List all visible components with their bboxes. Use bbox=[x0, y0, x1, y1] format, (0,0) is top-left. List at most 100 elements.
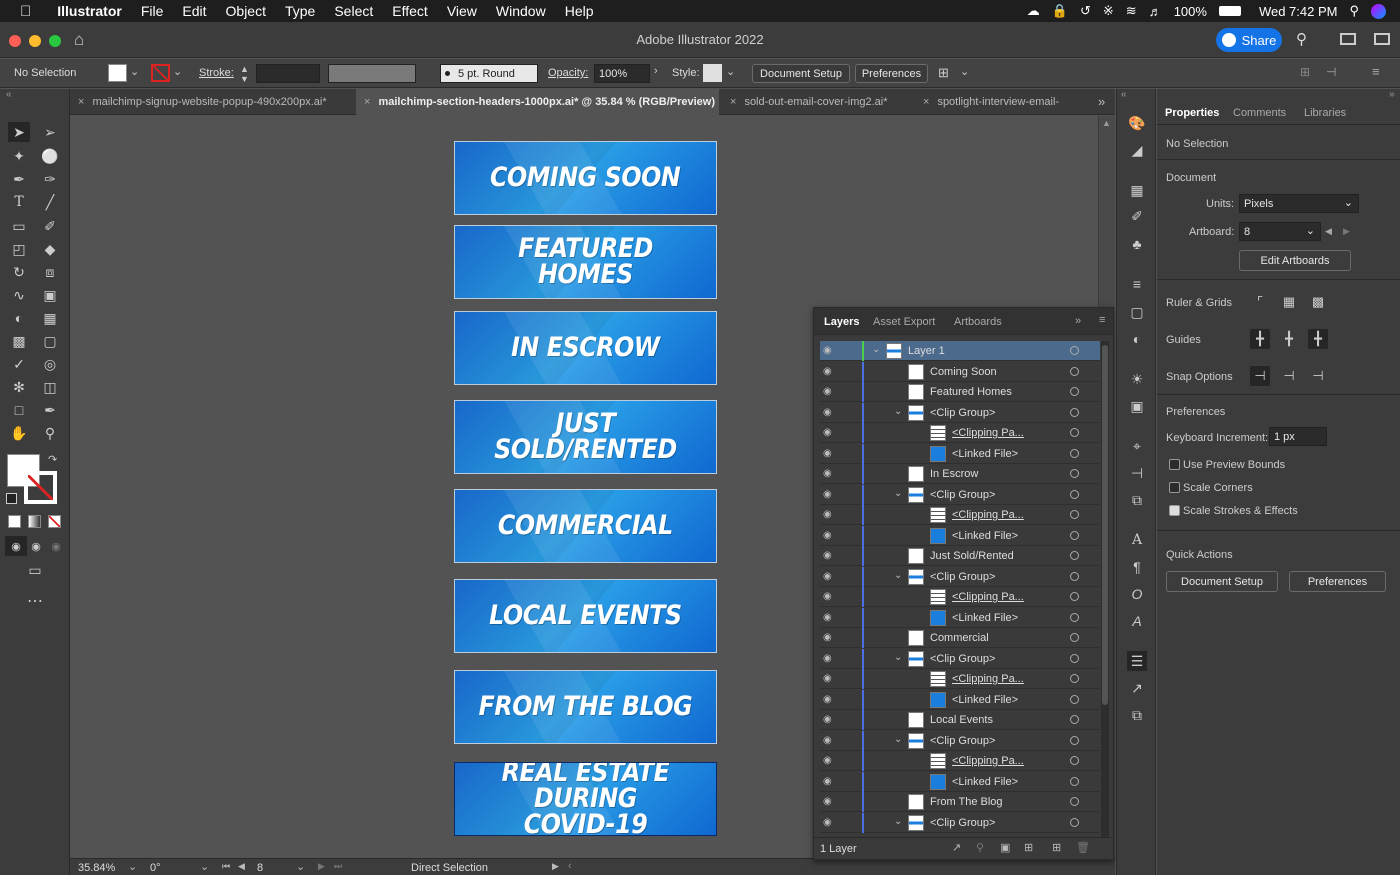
panel-collapse-icon[interactable]: » bbox=[1075, 315, 1081, 327]
target-circle-icon[interactable] bbox=[1070, 448, 1079, 458]
align-panel-icon[interactable]: ⊣ bbox=[1127, 463, 1147, 483]
layer-name[interactable]: <Clipping Pa... bbox=[952, 427, 1024, 439]
layer-name[interactable]: <Clip Group> bbox=[930, 653, 995, 665]
expand-panels-icon[interactable]: « bbox=[1121, 89, 1127, 100]
scale-strokes-checkbox[interactable] bbox=[1169, 505, 1180, 516]
symbol-sprayer-tool-icon[interactable]: ✻ bbox=[8, 377, 30, 397]
target-circle-icon[interactable] bbox=[1070, 571, 1079, 581]
opacity-label[interactable]: Opacity: bbox=[548, 63, 588, 83]
stroke-swatch[interactable] bbox=[151, 64, 170, 82]
visibility-eye-icon[interactable]: ◉ bbox=[823, 673, 835, 685]
align-dropdown-icon[interactable]: ⌄ bbox=[960, 65, 969, 78]
scale-tool-icon[interactable]: ⧈ bbox=[39, 262, 61, 282]
brush-definition[interactable]: 5 pt. Round bbox=[440, 64, 538, 83]
layer-name[interactable]: <Linked File> bbox=[952, 694, 1018, 706]
layer-name[interactable]: <Clip Group> bbox=[930, 489, 995, 501]
visibility-eye-icon[interactable]: ◉ bbox=[823, 735, 835, 747]
artboard-commercial[interactable]: COMMERCIAL bbox=[454, 489, 717, 563]
layer-name[interactable]: <Linked File> bbox=[952, 776, 1018, 788]
stroke-dropdown-icon[interactable]: ⌄ bbox=[173, 65, 182, 78]
previous-artboard-icon[interactable]: ◀ bbox=[1325, 226, 1332, 237]
default-fill-stroke-icon[interactable] bbox=[6, 493, 17, 504]
layer-name[interactable]: Coming Soon bbox=[930, 366, 997, 378]
layer-name[interactable]: Featured Homes bbox=[930, 386, 1012, 398]
artboard-number[interactable]: 8 bbox=[257, 862, 263, 874]
layer-name[interactable]: Layer 1 bbox=[908, 345, 945, 357]
visibility-eye-icon[interactable]: ◉ bbox=[823, 345, 835, 357]
snap-to-point-icon[interactable]: ⊣ bbox=[1279, 366, 1299, 386]
visibility-eye-icon[interactable]: ◉ bbox=[823, 653, 835, 665]
visibility-eye-icon[interactable]: ◉ bbox=[823, 714, 835, 726]
time-machine-icon[interactable]: ↺ bbox=[1080, 3, 1091, 19]
visibility-eye-icon[interactable]: ◉ bbox=[823, 796, 835, 808]
target-circle-icon[interactable] bbox=[1070, 551, 1079, 560]
visibility-eye-icon[interactable]: ◉ bbox=[823, 366, 835, 378]
visibility-eye-icon[interactable]: ◉ bbox=[823, 755, 835, 767]
artboard-featured-homes[interactable]: FEATURED HOMES bbox=[454, 225, 717, 299]
gradient-panel-icon[interactable]: ▢ bbox=[1127, 302, 1147, 322]
draw-behind-icon[interactable]: ◉ bbox=[25, 536, 47, 556]
status-menu-icon[interactable]: ▶ bbox=[552, 861, 559, 872]
layer-name[interactable]: <Clipping Pa... bbox=[952, 673, 1024, 685]
menu-help[interactable]: Help bbox=[565, 3, 594, 19]
last-artboard-icon[interactable]: ⏭ bbox=[334, 861, 342, 872]
visibility-eye-icon[interactable]: ◉ bbox=[823, 427, 835, 439]
visibility-eye-icon[interactable]: ◉ bbox=[823, 591, 835, 603]
eyedropper-tool-icon[interactable]: ✓ bbox=[8, 354, 30, 374]
selection-tool-icon[interactable]: ➤ bbox=[8, 122, 30, 142]
target-circle-icon[interactable] bbox=[1070, 817, 1079, 827]
expand-chevron-icon[interactable]: ⌄ bbox=[894, 816, 902, 827]
color-panel-icon[interactable]: 🎨 bbox=[1127, 113, 1147, 133]
slice-tool-icon[interactable]: ✒ bbox=[39, 400, 61, 420]
layer-row[interactable]: ◉ In Escrow bbox=[820, 464, 1100, 484]
none-mode-icon[interactable] bbox=[48, 515, 61, 528]
layer-row[interactable]: ◉ ⌄ <Clip Group> bbox=[820, 566, 1100, 587]
layer-name[interactable]: <Clipping Pa... bbox=[952, 755, 1024, 767]
collapse-tools-icon[interactable]: « bbox=[6, 89, 12, 100]
expand-chevron-icon[interactable]: ⌄ bbox=[894, 406, 902, 417]
character-panel-icon[interactable]: A bbox=[1127, 530, 1147, 550]
swatches-icon[interactable]: ▦ bbox=[1127, 180, 1147, 200]
visibility-eye-icon[interactable]: ◉ bbox=[823, 448, 835, 460]
layer-name[interactable]: <Linked File> bbox=[952, 612, 1018, 624]
menu-type[interactable]: Type bbox=[285, 3, 315, 19]
layer-name[interactable]: <Clip Group> bbox=[930, 817, 995, 829]
menu-object[interactable]: Object bbox=[226, 3, 266, 19]
units-select[interactable]: Pixels ⌄ bbox=[1239, 194, 1359, 213]
tab-layers[interactable]: Layers bbox=[824, 316, 859, 328]
make-clipping-mask-icon[interactable]: ▣ bbox=[1000, 841, 1010, 854]
menu-file[interactable]: File bbox=[141, 3, 164, 19]
delete-layer-icon[interactable]: 🗑 bbox=[1076, 841, 1090, 854]
layer-name[interactable]: <Linked File> bbox=[952, 448, 1018, 460]
lasso-tool-icon[interactable]: ⚪ bbox=[39, 146, 61, 166]
preferences-button[interactable]: Preferences bbox=[855, 64, 928, 83]
cloud-icon[interactable]: ☁ bbox=[1027, 3, 1040, 19]
variable-width-profile[interactable] bbox=[328, 64, 416, 83]
layer-row[interactable]: ◉ Coming Soon bbox=[820, 361, 1100, 382]
spotlight-search-icon[interactable]: ⚲ bbox=[1349, 3, 1359, 19]
menu-view[interactable]: View bbox=[447, 3, 477, 19]
artboard-select[interactable]: 8 ⌄ bbox=[1239, 222, 1321, 241]
layers-menu-icon[interactable]: ≡ bbox=[1099, 314, 1105, 326]
visibility-eye-icon[interactable]: ◉ bbox=[823, 571, 835, 583]
expand-chevron-icon[interactable]: ⌄ bbox=[894, 734, 902, 745]
layer-name[interactable]: <Linked File> bbox=[952, 530, 1018, 542]
layer-row[interactable]: ◉ ⌄ Layer 1 bbox=[820, 341, 1100, 361]
target-circle-icon[interactable] bbox=[1070, 776, 1079, 786]
preferences-button[interactable]: Preferences bbox=[1289, 571, 1386, 592]
collect-export-icon[interactable]: ↗ bbox=[952, 841, 961, 854]
layer-row[interactable]: ◉ <Clipping Pa... bbox=[820, 669, 1100, 689]
scale-corners-checkbox[interactable] bbox=[1169, 482, 1180, 493]
stroke-color-swatch[interactable] bbox=[24, 471, 57, 504]
siri-icon[interactable] bbox=[1371, 3, 1386, 19]
layer-row[interactable]: ◉ ⌄ <Clip Group> bbox=[820, 402, 1100, 423]
target-circle-icon[interactable] bbox=[1070, 469, 1079, 478]
tab-properties[interactable]: Properties bbox=[1165, 107, 1219, 119]
transform-icon[interactable]: ⊞ bbox=[1300, 65, 1310, 79]
bluetooth-icon[interactable]: ※ bbox=[1103, 3, 1114, 19]
layer-row[interactable]: ◉ ⌄ <Clip Group> bbox=[820, 812, 1100, 833]
visibility-eye-icon[interactable]: ◉ bbox=[823, 386, 835, 398]
visibility-eye-icon[interactable]: ◉ bbox=[823, 530, 835, 542]
share-button[interactable]: Share bbox=[1216, 28, 1282, 52]
layer-row[interactable]: ◉ ⌄ <Clip Group> bbox=[820, 648, 1100, 669]
